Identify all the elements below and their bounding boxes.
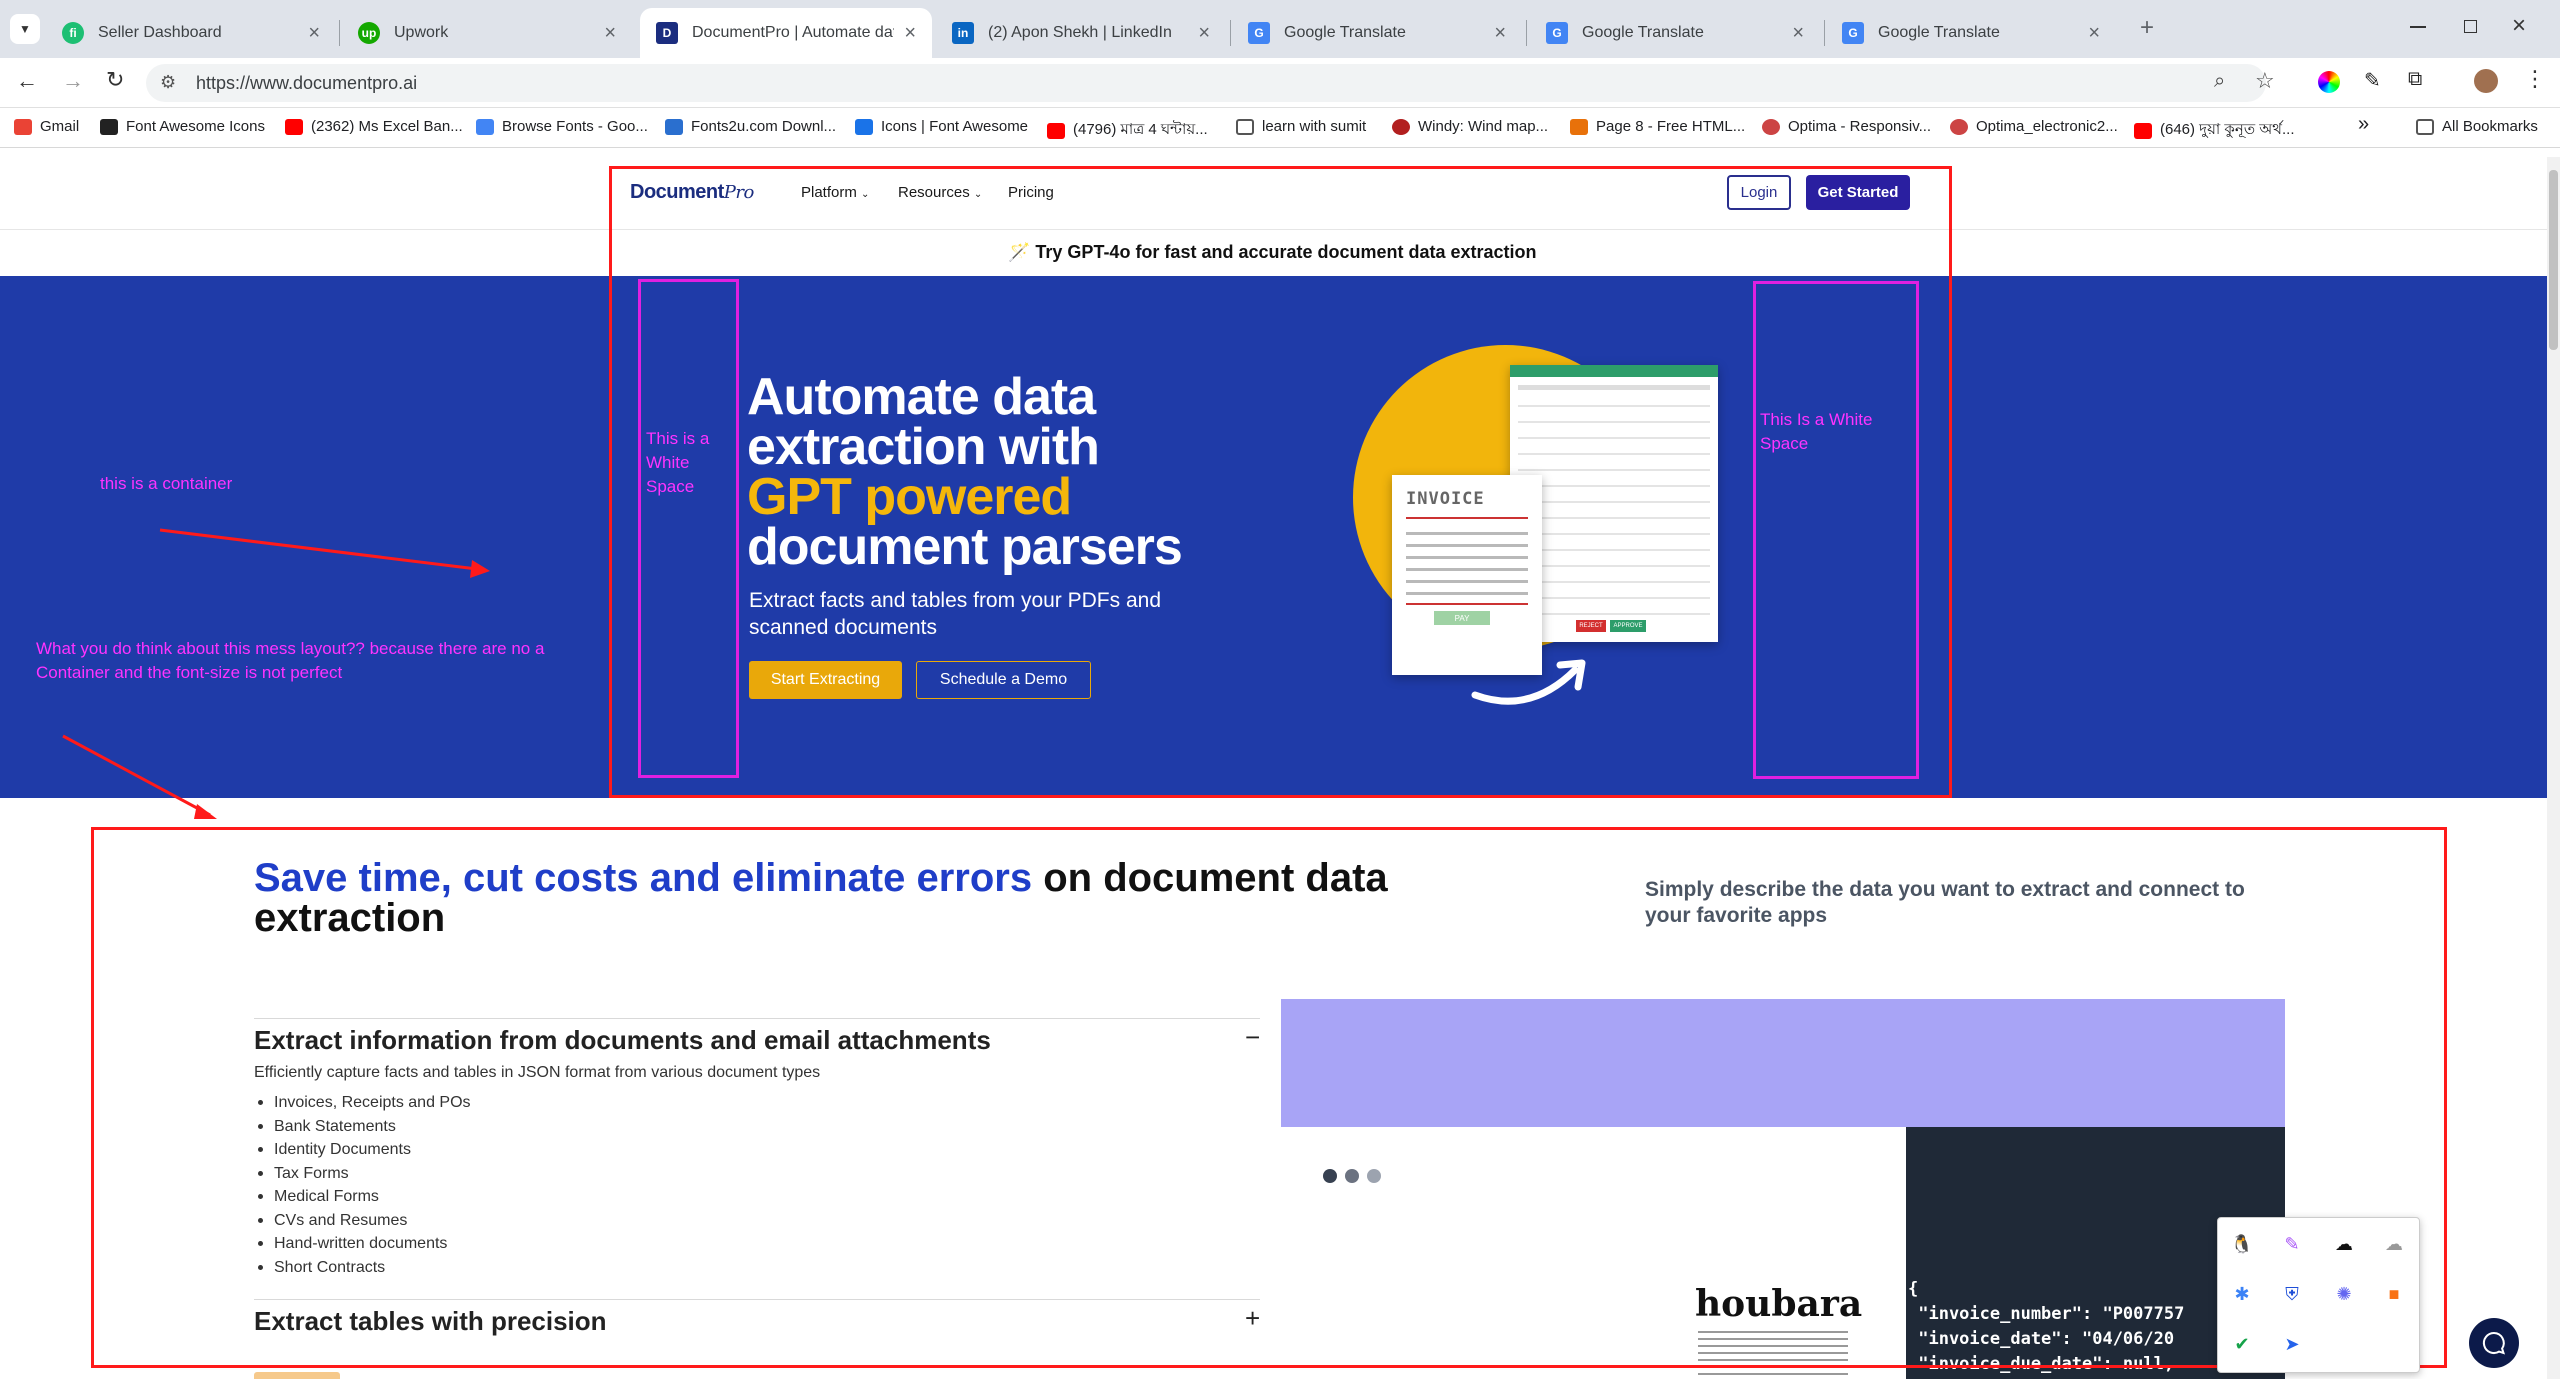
- bookmark-youtube[interactable]: (2362) Ms Excel Ban...: [285, 118, 463, 135]
- color-wheel-extension-icon[interactable]: [2318, 71, 2340, 93]
- tray-settings-icon[interactable]: ✺: [2332, 1282, 2356, 1306]
- tab-seller-dashboard[interactable]: fi Seller Dashboard ×: [46, 8, 336, 58]
- new-tab-button[interactable]: +: [2140, 14, 2154, 42]
- optima-icon: [1762, 118, 1780, 135]
- annotation-magenta-box-right: [1753, 281, 1919, 779]
- google-translate-icon: G: [1842, 22, 1864, 44]
- gmail-icon: [14, 118, 32, 135]
- profile-avatar[interactable]: [2474, 69, 2498, 93]
- google-translate-icon: G: [1248, 22, 1270, 44]
- tab-google-translate[interactable]: G Google Translate ×: [1232, 8, 1522, 58]
- folder-icon: [2416, 118, 2434, 135]
- bookmark-fonts2u[interactable]: Fonts2u.com Downl...: [665, 118, 836, 135]
- fiverr-icon: fi: [62, 22, 84, 44]
- tab-search-button[interactable]: ▼: [10, 14, 40, 44]
- bookmarks-overflow-button[interactable]: »: [2358, 113, 2369, 136]
- close-tab-icon[interactable]: ×: [904, 22, 916, 45]
- chat-button[interactable]: [2469, 1318, 2519, 1368]
- tab-google-translate[interactable]: G Google Translate ×: [1530, 8, 1820, 58]
- bookmark-optima-electronic[interactable]: Optima_electronic2...: [1950, 118, 2118, 135]
- tab-google-translate[interactable]: G Google Translate ×: [1826, 8, 2116, 58]
- tray-app-icon[interactable]: 🐧: [2230, 1232, 2254, 1256]
- annotation-critique: What you do think about this mess layout…: [36, 639, 545, 682]
- extensions-icon[interactable]: ⧉: [2408, 68, 2422, 91]
- annotation-white-space-right: This Is a White Space: [1760, 410, 1873, 453]
- annotation-white-space-left: This is a White Space: [646, 429, 710, 496]
- close-tab-icon[interactable]: ×: [1792, 22, 1804, 45]
- annotation-magenta-box-left: [638, 279, 739, 778]
- bookmark-star-icon[interactable]: ☆: [2255, 68, 2275, 94]
- forward-icon[interactable]: →: [62, 68, 84, 94]
- upwork-icon: up: [358, 22, 380, 44]
- tray-orange-icon[interactable]: ■: [2382, 1282, 2406, 1306]
- google-fonts-icon: [476, 118, 494, 135]
- tag-badge: [254, 1372, 340, 1379]
- bookmark-windy[interactable]: Windy: Wind map...: [1392, 118, 1548, 135]
- reload-icon[interactable]: ↻: [106, 67, 124, 93]
- chat-bubble-icon: [2482, 1331, 2506, 1355]
- bookmark-optima[interactable]: Optima - Responsiv...: [1762, 118, 1931, 135]
- fonts2u-icon: [665, 118, 683, 135]
- tray-check-icon[interactable]: ✔: [2230, 1332, 2254, 1356]
- youtube-icon: [1047, 122, 1065, 139]
- bookmark-page8[interactable]: Page 8 - Free HTML...: [1570, 118, 1745, 135]
- close-tab-icon[interactable]: ×: [1494, 22, 1506, 45]
- linkedin-icon: in: [952, 22, 974, 44]
- close-window-icon[interactable]: ×: [2512, 12, 2526, 40]
- tray-cloud-off-icon[interactable]: ☁: [2332, 1232, 2356, 1256]
- close-tab-icon[interactable]: ×: [1198, 22, 1210, 45]
- font-awesome-icon: [100, 118, 118, 135]
- annotation-red-box-header: [609, 166, 1952, 798]
- tab-linkedin[interactable]: in (2) Apon Shekh | LinkedIn ×: [936, 8, 1226, 58]
- tab-upwork[interactable]: up Upwork ×: [342, 8, 632, 58]
- bookmark-font-awesome-icons[interactable]: Font Awesome Icons: [100, 118, 265, 135]
- scrollbar-thumb[interactable]: [2549, 170, 2558, 350]
- youtube-icon: [285, 118, 303, 135]
- youtube-icon: [2134, 122, 2152, 139]
- close-tab-icon[interactable]: ×: [308, 22, 320, 45]
- back-icon[interactable]: ←: [16, 68, 38, 94]
- annotation-container-label: this is a container: [100, 474, 233, 493]
- tray-cloud-icon[interactable]: ☁: [2382, 1232, 2406, 1256]
- tray-bluetooth-icon[interactable]: ✱: [2230, 1282, 2254, 1306]
- bookmark-google-fonts[interactable]: Browse Fonts - Goo...: [476, 118, 648, 135]
- tray-shield-icon[interactable]: ⛨: [2280, 1282, 2304, 1306]
- bookmark-youtube[interactable]: (646) দুয়া কুনূত অর্থ...: [2134, 118, 2295, 143]
- zoom-icon[interactable]: ⌕: [2214, 70, 2225, 93]
- annotation-arrow-to-section: [62, 734, 217, 819]
- restore-icon[interactable]: [2464, 20, 2477, 33]
- windy-icon: [1392, 118, 1410, 135]
- annotation-red-box-section: [91, 827, 2447, 1368]
- annotation-arrow-to-hero: [159, 528, 490, 578]
- browser-menu-icon[interactable]: ⋮: [2524, 66, 2546, 92]
- address-bar[interactable]: [146, 64, 2266, 102]
- optima-icon: [1950, 118, 1968, 135]
- url-text[interactable]: https://www.documentpro.ai: [196, 73, 417, 94]
- bookmark-folder[interactable]: learn with sumit: [1236, 118, 1366, 135]
- site-info-icon[interactable]: ⚙: [160, 72, 176, 93]
- google-translate-icon: G: [1546, 22, 1568, 44]
- minimize-icon[interactable]: [2410, 26, 2426, 28]
- eyedropper-extension-icon[interactable]: ✎: [2364, 68, 2381, 93]
- bookmark-youtube[interactable]: (4796) মাত্র 4 ঘন্টায়...: [1047, 118, 1208, 143]
- tab-documentpro[interactable]: D DocumentPro | Automate data ×: [640, 8, 932, 58]
- all-bookmarks[interactable]: All Bookmarks: [2416, 118, 2538, 135]
- tray-pen-icon[interactable]: ✎: [2280, 1232, 2304, 1256]
- flag-icon: [855, 118, 873, 135]
- bookmark-icons-font-awesome[interactable]: Icons | Font Awesome: [855, 118, 1028, 135]
- template-icon: [1570, 118, 1588, 135]
- documentpro-icon: D: [656, 22, 678, 44]
- close-tab-icon[interactable]: ×: [2088, 22, 2100, 45]
- close-tab-icon[interactable]: ×: [604, 22, 616, 45]
- tray-arrow-icon[interactable]: ➤: [2280, 1332, 2304, 1356]
- folder-icon: [1236, 118, 1254, 135]
- bookmark-gmail[interactable]: Gmail: [14, 118, 79, 135]
